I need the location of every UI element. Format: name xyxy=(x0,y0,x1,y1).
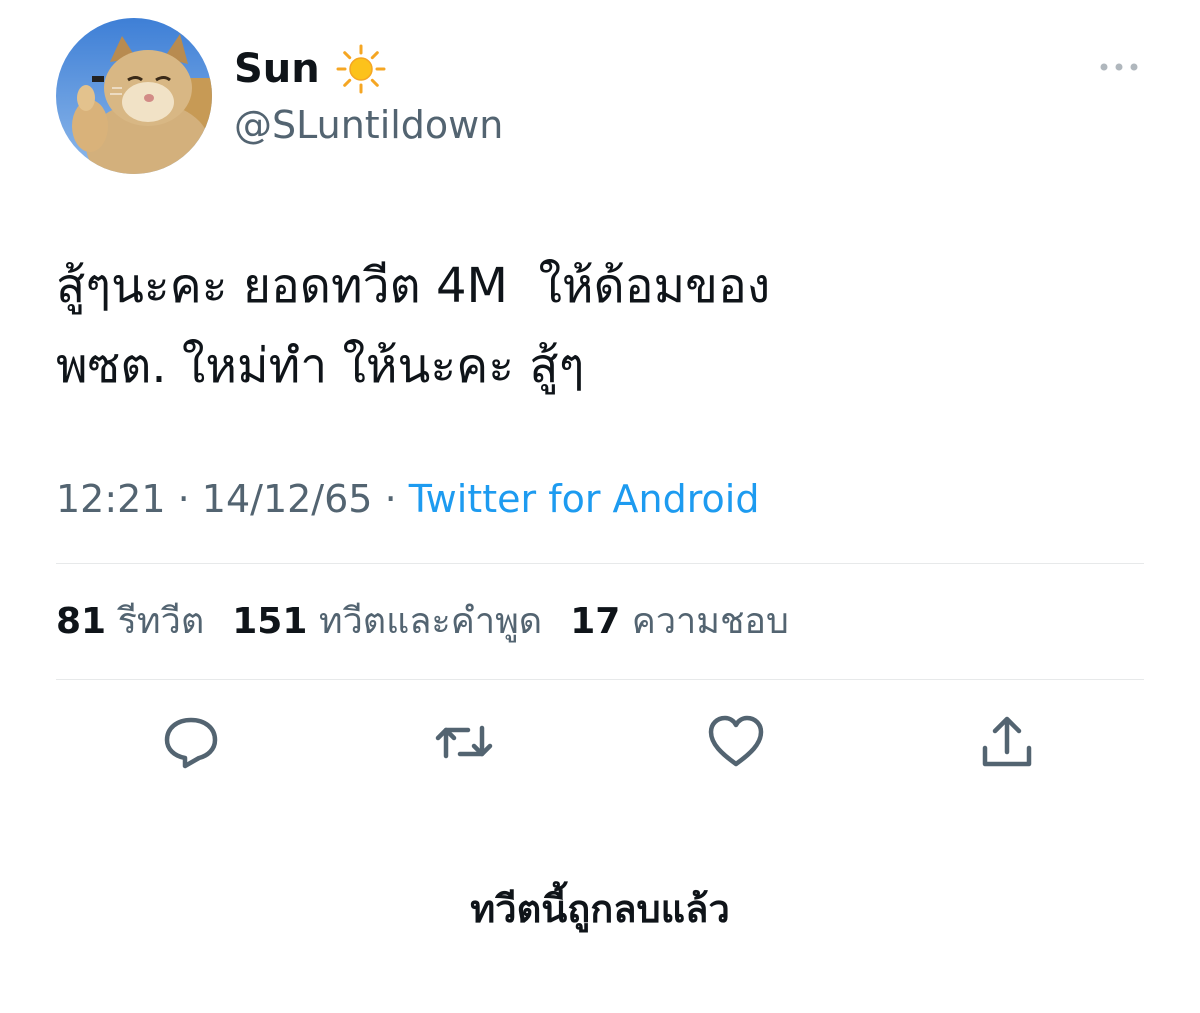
tweet-source-link[interactable]: Twitter for Android xyxy=(409,477,760,521)
retweet-icon[interactable] xyxy=(434,712,494,772)
meta-separator: · xyxy=(384,477,397,521)
quote-stat[interactable]: 151 ทวีตและคำพูด xyxy=(232,601,570,642)
like-count: 17 xyxy=(570,601,621,642)
display-name[interactable]: Sun xyxy=(234,44,386,94)
retweet-label: รีทวีต xyxy=(117,601,205,642)
share-icon[interactable] xyxy=(977,712,1037,772)
engagement-stats: 81 รีทวีต 151 ทวีตและคำพูด 17 ความชอบ xyxy=(56,600,817,644)
retweet-stat[interactable]: 81 รีทวีต xyxy=(56,601,232,642)
divider xyxy=(56,563,1144,564)
like-stat[interactable]: 17 ความชอบ xyxy=(570,601,817,642)
like-label: ความชอบ xyxy=(631,601,789,642)
tweet-time[interactable]: 12:21 xyxy=(56,477,166,521)
tweet-text-line-2: พซต. ใหม่ทำ ให้นะคะ สู้ๆ xyxy=(56,338,585,394)
avatar[interactable] xyxy=(56,18,212,174)
like-icon[interactable] xyxy=(706,712,766,772)
meta-separator: · xyxy=(177,477,190,521)
tweet-meta: 12:21 · 14/12/65 · Twitter for Android xyxy=(56,476,759,522)
deleted-tweet-notice: ทวีตนี้ถูกลบแล้ว xyxy=(470,887,730,931)
tweet-text-line-1: สู้ๆนะคะ ยอดทวีต 4M ให้ด้อมของ xyxy=(56,258,771,314)
tweet-date[interactable]: 14/12/65 xyxy=(202,477,373,521)
retweet-count: 81 xyxy=(56,601,107,642)
quote-label: ทวีตและคำพูด xyxy=(318,601,543,642)
divider xyxy=(56,679,1144,680)
tweet-text: สู้ๆนะคะ ยอดทวีต 4M ให้ด้อมของพซต. ใหม่ท… xyxy=(56,246,1146,406)
more-options-icon[interactable] xyxy=(1094,52,1144,82)
sun-emoji-icon xyxy=(336,44,386,94)
user-handle[interactable]: @SLuntildown xyxy=(234,102,503,148)
action-bar xyxy=(0,712,1200,772)
reply-icon[interactable] xyxy=(161,712,221,772)
cat-avatar-image xyxy=(56,18,212,174)
display-name-text: Sun xyxy=(234,46,320,92)
quote-count: 151 xyxy=(232,601,308,642)
